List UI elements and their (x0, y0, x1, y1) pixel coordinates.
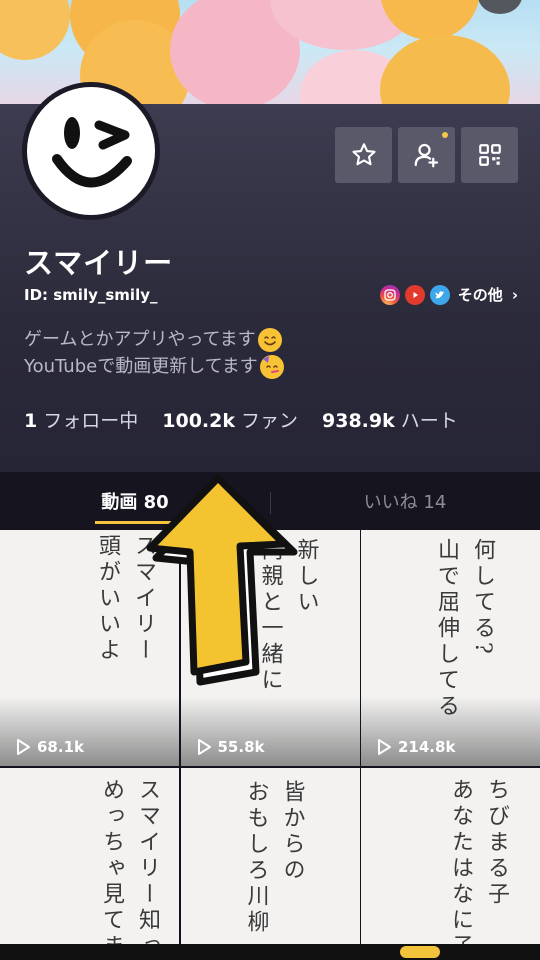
fans-stat[interactable]: 100.2k ファン (162, 406, 298, 433)
thumbnail-text: 何してる? 山で屈伸してる (434, 538, 495, 720)
smiling-face-emoji-icon (257, 327, 282, 352)
balloon (478, 0, 522, 14)
video-thumbnail[interactable]: ちびまる子 あなたはなに子 (361, 768, 540, 960)
profile-id: ID: smily_smily_ (24, 286, 158, 304)
youtube-icon[interactable] (404, 284, 425, 305)
play-icon (378, 739, 391, 755)
video-thumbnail[interactable]: 皆からの おもしろ川柳 (180, 768, 360, 960)
bio-text: ゲームとかアプリやってます (24, 329, 256, 350)
profile-action-buttons (335, 127, 518, 183)
bottom-nav-indicator (400, 946, 440, 958)
add-friend-button[interactable] (398, 127, 455, 183)
view-count: 214.8k (375, 738, 455, 756)
avatar[interactable] (22, 82, 160, 220)
profile-bio: ゲームとかアプリやってます YouTubeで動画更新してます (24, 326, 284, 380)
instagram-icon[interactable] (379, 284, 400, 305)
view-count: 68.1k (14, 738, 84, 756)
play-icon (17, 739, 30, 755)
bio-line: ゲームとかアプリやってます (24, 326, 284, 353)
view-count: 55.8k (195, 738, 265, 756)
following-stat[interactable]: 1 フォロー中 (24, 406, 138, 433)
qr-code-icon (478, 144, 501, 166)
tab-likes-label: いいね 14 (363, 492, 447, 513)
hearts-stat[interactable]: 938.9k ハート (322, 406, 458, 433)
balloon (380, 35, 510, 110)
tab-likes[interactable]: いいね 14 (270, 472, 540, 530)
play-icon (197, 739, 211, 755)
add-user-icon (414, 143, 438, 168)
up-arrow-icon (146, 474, 298, 686)
star-icon (351, 143, 376, 166)
social-links: その他 › (379, 284, 518, 305)
video-thumbnail[interactable]: スマイリー知って めっちゃ見てま (0, 768, 179, 960)
twitter-icon[interactable] (429, 284, 450, 305)
thumbnail-text: ちびまる子 あなたはなに子 (448, 778, 509, 960)
bottom-nav-edge (0, 944, 540, 960)
winking-face-icon (52, 117, 132, 188)
balloon (0, 0, 70, 60)
profile-name: スマイリー (24, 246, 174, 280)
thumbnail-text: スマイリー知って めっちゃ見てま (99, 778, 160, 960)
notification-dot (442, 132, 448, 138)
qr-code-button[interactable] (461, 127, 518, 183)
partying-face-emoji-icon (259, 354, 284, 379)
bio-line: YouTubeで動画更新してます (24, 353, 284, 380)
profile-stats: 1 フォロー中 100.2k ファン 938.9k ハート (24, 406, 458, 433)
more-links-label[interactable]: その他 (458, 284, 503, 305)
chevron-right-icon[interactable]: › (512, 286, 518, 304)
favorite-button[interactable] (335, 127, 392, 183)
video-thumbnail[interactable]: 何してる? 山で屈伸してる 214.8k (361, 530, 540, 766)
thumbnail-text: 皆からの おもしろ川柳 (243, 780, 305, 936)
bio-text: YouTubeで動画更新してます (24, 356, 258, 377)
